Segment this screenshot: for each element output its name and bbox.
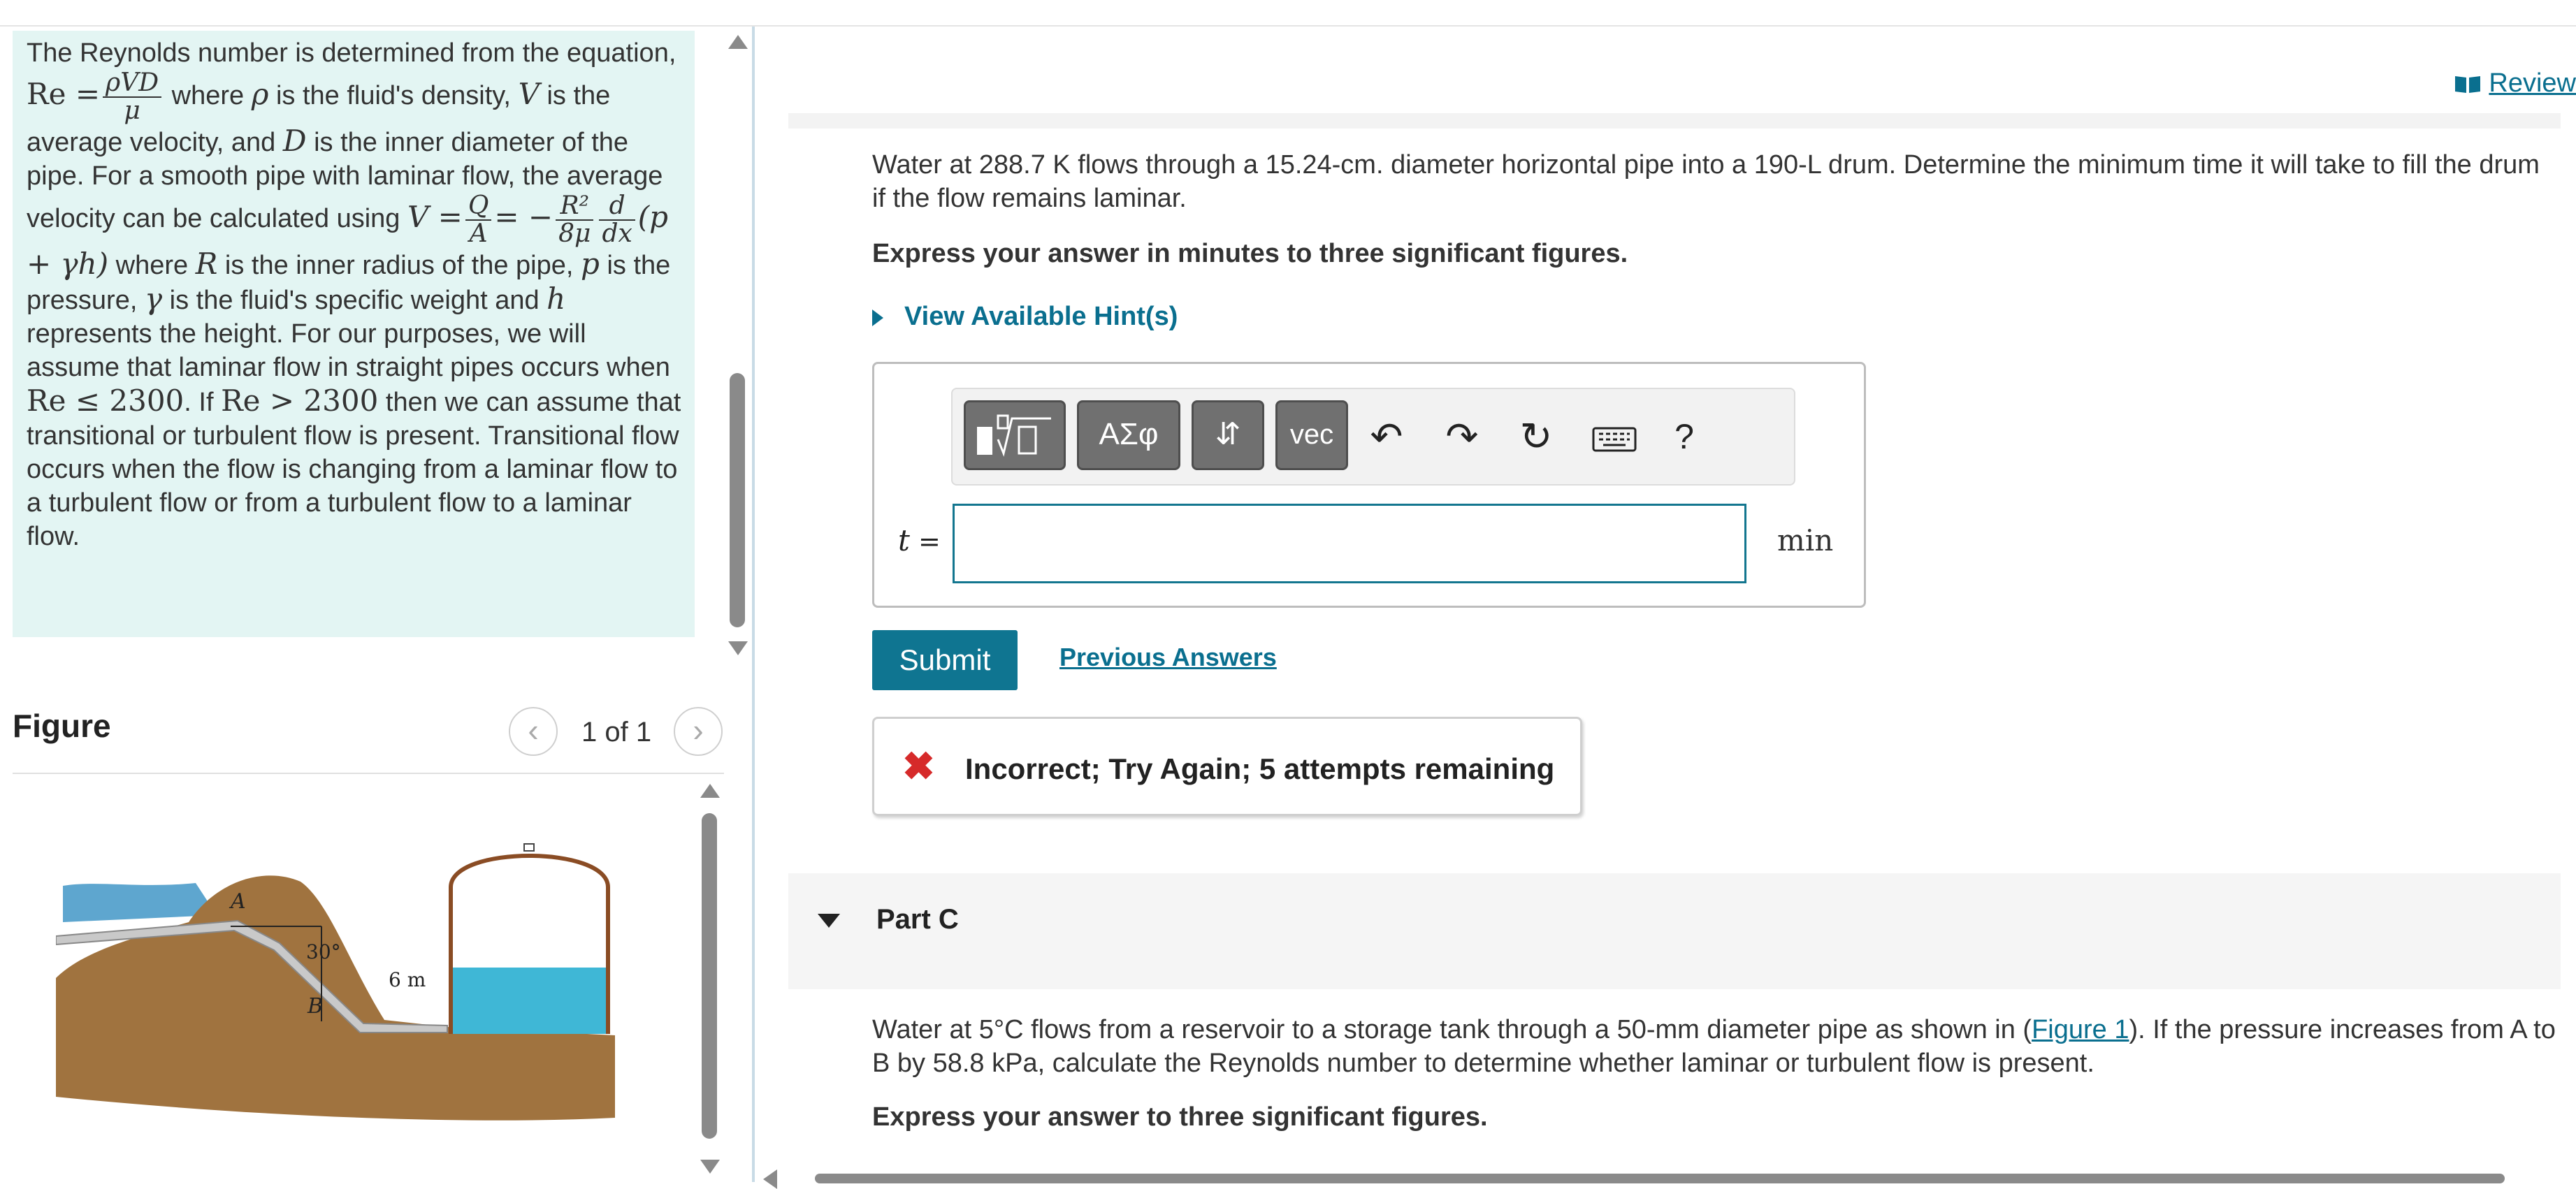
h-symbol: h	[547, 282, 566, 316]
help-button[interactable]: ?	[1660, 409, 1709, 465]
equals-sign: =	[918, 526, 941, 557]
reset-icon[interactable]: ↻	[1512, 409, 1561, 465]
templates-icon	[977, 414, 1051, 458]
scroll-up-arrow-icon[interactable]	[728, 35, 748, 49]
re-numerator: ρVD	[103, 70, 162, 98]
figure-divider	[13, 773, 724, 774]
intro-text-3: is the fluid's density,	[268, 81, 519, 111]
figure-1-link[interactable]: Figure 1	[2032, 1015, 2129, 1044]
gamma-symbol: γ	[144, 282, 163, 316]
laminar-condition: Re ≤ 2300	[27, 384, 184, 418]
tank-water	[453, 968, 606, 1034]
re-fraction: ρVD μ	[103, 70, 162, 125]
pipe-reservoir-figure: A B 30° 6 m	[56, 843, 615, 1121]
intro-text-9: is the fluid's specific weight and	[162, 286, 547, 315]
part-b-question: Water at 288.7 K flows through a 15.24-c…	[872, 150, 2540, 213]
part-c-question: Water at 5°C flows from a reservoir to a…	[872, 1013, 2556, 1080]
figure-prev-button[interactable]: ‹	[509, 707, 558, 756]
intro-scroll-thumb[interactable]	[730, 373, 745, 627]
templates-button[interactable]	[964, 400, 1066, 470]
v-equation: V =	[407, 200, 463, 235]
error-x-icon: ✖	[902, 744, 935, 788]
part-c-header[interactable]	[788, 873, 2561, 989]
figure-label-b: B	[307, 994, 323, 1019]
r-denominator: 8μ	[558, 219, 591, 248]
derivative-numerator: d	[599, 193, 635, 221]
arrows-button[interactable]: ⇵	[1192, 400, 1264, 470]
figure-title: Figure	[13, 708, 111, 744]
undo-icon[interactable]: ↶	[1362, 409, 1411, 465]
intro-text-1: The Reynolds number is determined from t…	[27, 38, 676, 68]
intro-text: The Reynolds number is determined from t…	[27, 36, 683, 553]
feedback-text: Incorrect; Try Again; 5 attempts remaini…	[965, 752, 1555, 785]
figure-label-a: A	[229, 889, 246, 914]
figure-angle-label: 30°	[306, 940, 341, 963]
answer-box: ΑΣφ ⇵ vec ↶ ↷ ↻ ? t = min	[872, 362, 1866, 608]
answer-input[interactable]	[953, 504, 1746, 583]
view-hints-toggle[interactable]: View Available Hint(s)	[872, 302, 1178, 332]
part-b-header-bar	[788, 113, 2561, 129]
caret-down-icon[interactable]	[818, 914, 840, 928]
r-numerator: R²	[556, 193, 594, 221]
v-symbol: V	[518, 77, 540, 112]
r-fraction: R² 8μ	[556, 193, 594, 248]
derivative-denominator: dx	[602, 219, 632, 248]
scroll-down-arrow-icon[interactable]	[728, 641, 748, 655]
figure-scroll-thumb[interactable]	[702, 813, 717, 1139]
derivative-fraction: d dx	[599, 193, 635, 247]
intro-text-6: where	[108, 251, 196, 280]
vector-button[interactable]: vec	[1275, 400, 1348, 470]
math-toolbar: ΑΣφ ⇵ vec ↶ ↷ ↻ ?	[951, 388, 1795, 486]
intro-text-11: . If	[184, 388, 222, 417]
figure-scroll-down-icon[interactable]	[700, 1160, 720, 1174]
turbulent-condition: Re > 2300	[221, 384, 379, 418]
answer-unit: min	[1777, 523, 1834, 557]
r-symbol: R	[195, 247, 218, 281]
q-denominator: A	[469, 219, 488, 248]
chevron-right-icon: ›	[693, 712, 704, 748]
feedback-box: ✖ Incorrect; Try Again; 5 attempts remai…	[872, 717, 1582, 816]
previous-answers-link[interactable]: Previous Answers	[1059, 643, 1277, 672]
scroll-left-arrow-icon[interactable]	[763, 1169, 777, 1189]
variable-t: t	[898, 523, 910, 557]
figure-height-label: 6 m	[389, 968, 426, 991]
hint-label: View Available Hint(s)	[904, 302, 1178, 331]
re-denominator: μ	[124, 96, 140, 125]
column-divider	[752, 27, 755, 1182]
q-numerator: Q	[465, 193, 492, 221]
greek-symbols-button[interactable]: ΑΣφ	[1077, 400, 1180, 470]
keyboard-icon[interactable]	[1590, 409, 1639, 465]
figure-scroll-up-icon[interactable]	[700, 784, 720, 798]
q-fraction: QA	[465, 193, 492, 247]
submit-button[interactable]: Submit	[872, 630, 1018, 690]
figure-count: 1 of 1	[581, 717, 652, 747]
review-link[interactable]: Review	[2454, 68, 2576, 99]
review-label: Review	[2489, 68, 2576, 98]
answer-variable: t =	[898, 523, 941, 557]
re-symbol: Re =	[27, 77, 101, 112]
figure-next-button[interactable]: ›	[674, 707, 723, 756]
equals-minus: = −	[494, 200, 553, 235]
chevron-left-icon: ‹	[528, 712, 539, 748]
part-c-instructions: Express your answer to three significant…	[872, 1102, 1488, 1132]
part-c-question-pre: Water at 5°C flows from a reservoir to a…	[872, 1015, 2032, 1044]
book-icon	[2455, 75, 2481, 93]
caret-right-icon	[872, 309, 883, 326]
d-symbol: D	[282, 124, 307, 158]
intro-text-10: represents the height. For our purposes,…	[27, 319, 670, 382]
part-b-instructions: Express your answer in minutes to three …	[872, 239, 1628, 268]
redo-icon[interactable]: ↷	[1438, 409, 1486, 465]
intro-text-2: where	[164, 81, 252, 111]
intro-text-7: is the inner radius of the pipe,	[217, 251, 581, 280]
p-symbol: p	[581, 247, 600, 281]
tank-vent	[523, 843, 535, 852]
rho-symbol: ρ	[251, 77, 269, 112]
top-border	[0, 25, 2576, 27]
part-c-label[interactable]: Part C	[876, 904, 959, 935]
